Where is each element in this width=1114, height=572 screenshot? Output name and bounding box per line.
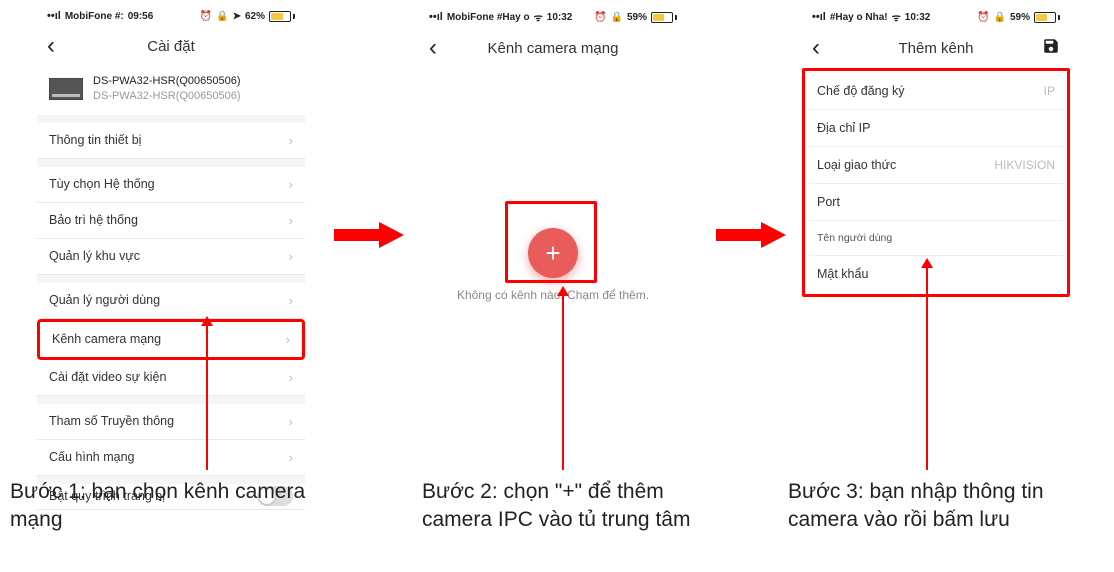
device-serial: DS-PWA32-HSR(Q00650506)	[93, 89, 241, 104]
status-bar: ••ıl MobiFone #: 09:56 ⏰ 🔒 ➤ 62%	[37, 6, 305, 26]
callout-line-1	[206, 322, 208, 470]
step-caption-2: Bước 2: chọn "+" để thêm camera IPC vào …	[422, 478, 732, 535]
chevron-right-icon: ›	[289, 414, 293, 429]
wifi-icon: ᯤ	[534, 10, 543, 24]
header: ‹ Cài đặt	[37, 26, 305, 66]
field-port[interactable]: Port	[809, 184, 1063, 221]
battery-percent: 59%	[627, 12, 647, 23]
back-button[interactable]: ‹	[429, 36, 437, 60]
battery-icon	[269, 11, 295, 22]
header: ‹ Kênh camera mạng	[419, 28, 687, 68]
carrier-label: #Hay o Nha!	[830, 12, 888, 23]
chevron-right-icon: ›	[289, 249, 293, 264]
page-title: Cài đặt	[37, 38, 305, 55]
field-protocol[interactable]: Loại giao thứcHIKVISION	[809, 147, 1063, 184]
device-icon	[49, 78, 83, 100]
menu-bao-tri-he-thong[interactable]: Bảo trì hệ thống›	[37, 203, 305, 239]
step-caption-3: Bước 3: bạn nhập thông tin camera vào rồ…	[788, 478, 1103, 535]
back-button[interactable]: ‹	[812, 36, 820, 60]
callout-line-2	[562, 292, 564, 470]
arrow-right-2	[716, 222, 786, 248]
device-info-block: DS-PWA32-HSR(Q00650506) DS-PWA32-HSR(Q00…	[37, 66, 305, 115]
alarm-icon: ⏰	[977, 12, 989, 23]
chevron-right-icon: ›	[289, 213, 293, 228]
battery-percent: 59%	[1010, 12, 1030, 23]
location-icon: ➤	[233, 11, 241, 22]
menu-cau-hinh-mang[interactable]: Cấu hình mạng›	[37, 440, 305, 476]
signal-icon: ••ıl	[47, 10, 61, 22]
empty-state-text: Không có kênh nào. Chạm để thêm.	[419, 288, 687, 302]
menu-cai-dat-video-su-kien[interactable]: Cài đặt video sự kiện›	[37, 360, 305, 396]
menu-quan-ly-nguoi-dung[interactable]: Quản lý người dùng›	[37, 283, 305, 319]
status-time: 10:32	[547, 12, 573, 23]
chevron-right-icon: ›	[289, 177, 293, 192]
highlight-form: Chế độ đăng kýIP Địa chỉ IP Loại giao th…	[802, 68, 1070, 297]
status-time: 09:56	[128, 11, 154, 22]
arrow-right-1	[334, 222, 404, 248]
step-caption-1: Bước 1: bạn chọn kênh camera mạng	[10, 478, 310, 535]
callout-line-3	[926, 264, 928, 470]
status-bar: ••ıl #Hay o Nha! ᯤ 10:32 ⏰ 🔒 59%	[802, 6, 1070, 28]
callout-head-2	[557, 286, 569, 296]
signal-icon: ••ıl	[812, 11, 826, 23]
lock-icon: 🔒	[611, 12, 623, 23]
chevron-right-icon: ›	[289, 370, 293, 385]
carrier-label: MobiFone #Hay o	[447, 12, 530, 23]
back-button[interactable]: ‹	[47, 34, 55, 58]
highlight-add-button	[505, 201, 597, 283]
menu-quan-ly-khu-vuc[interactable]: Quản lý khu vực›	[37, 239, 305, 275]
device-name: DS-PWA32-HSR(Q00650506)	[93, 74, 241, 89]
battery-icon	[1034, 12, 1060, 23]
lock-icon: 🔒	[216, 11, 228, 22]
chevron-right-icon: ›	[289, 133, 293, 148]
callout-head-1	[201, 316, 213, 326]
phone-screen-1: ••ıl MobiFone #: 09:56 ⏰ 🔒 ➤ 62% ‹ Cài đ…	[37, 6, 305, 510]
battery-percent: 62%	[245, 11, 265, 22]
field-password[interactable]: Mật khẩu	[809, 256, 1063, 292]
menu-tuy-chon-he-thong[interactable]: Tùy chọn Hệ thống›	[37, 167, 305, 203]
menu-kenh-camera-mang[interactable]: Kênh camera mạng›	[37, 319, 305, 360]
chevron-right-icon: ›	[289, 450, 293, 465]
save-button[interactable]	[1042, 37, 1060, 60]
signal-icon: ••ıl	[429, 11, 443, 23]
phone-screen-3: ••ıl #Hay o Nha! ᯤ 10:32 ⏰ 🔒 59% ‹ Thêm …	[802, 6, 1070, 297]
alarm-icon: ⏰	[594, 12, 606, 23]
page-title: Kênh camera mạng	[419, 40, 687, 57]
menu-tham-so-truyen-thong[interactable]: Tham số Truyền thông›	[37, 404, 305, 440]
carrier-label: MobiFone #:	[65, 11, 124, 22]
battery-icon	[651, 12, 677, 23]
field-username[interactable]: Tên người dùng	[809, 221, 1063, 256]
page-title: Thêm kênh	[802, 40, 1070, 57]
menu-thong-tin-thiet-bi[interactable]: Thông tin thiết bị›	[37, 123, 305, 159]
field-register-mode[interactable]: Chế độ đăng kýIP	[809, 73, 1063, 110]
alarm-icon: ⏰	[200, 11, 212, 22]
header: ‹ Thêm kênh	[802, 28, 1070, 68]
wifi-icon: ᯤ	[892, 10, 901, 24]
status-bar: ••ıl MobiFone #Hay o ᯤ 10:32 ⏰ 🔒 59%	[419, 6, 687, 28]
phone-screen-2: ••ıl MobiFone #Hay o ᯤ 10:32 ⏰ 🔒 59% ‹ K…	[419, 6, 687, 488]
chevron-right-icon: ›	[289, 293, 293, 308]
lock-icon: 🔒	[994, 12, 1006, 23]
field-ip-address[interactable]: Địa chỉ IP	[809, 110, 1063, 147]
chevron-right-icon: ›	[286, 332, 290, 347]
status-time: 10:32	[905, 12, 931, 23]
callout-head-3	[921, 258, 933, 268]
